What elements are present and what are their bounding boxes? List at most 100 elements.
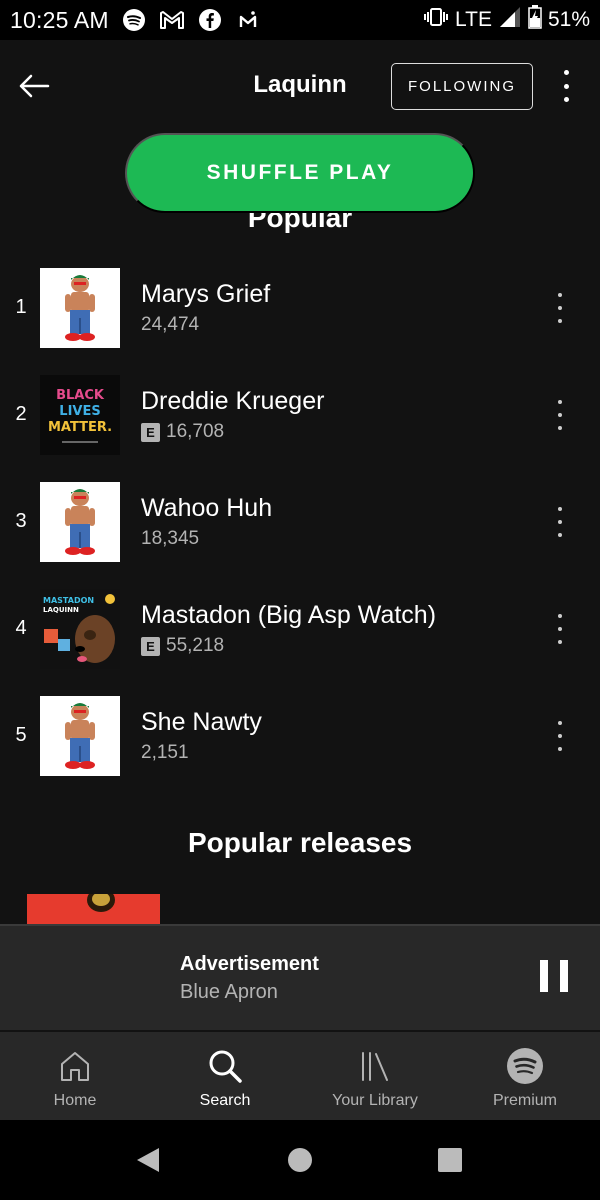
battery-icon [528, 5, 542, 35]
back-button[interactable] [14, 66, 54, 106]
dot [558, 533, 562, 537]
artwork-text: MATTER. [48, 420, 112, 435]
dot [558, 734, 562, 738]
play-count: 55,218 [166, 635, 225, 656]
now-playing-title: Advertisement [180, 953, 319, 975]
track-meta: E 16,708 [141, 421, 224, 443]
shuffle-play-button[interactable]: SHUFFLE PLAY [125, 133, 475, 213]
dot [558, 426, 562, 430]
signal-icon [498, 5, 522, 35]
artwork-text: LIVES [59, 404, 100, 419]
dot [558, 507, 562, 511]
more-options-button[interactable] [552, 68, 580, 104]
search-icon [205, 1046, 245, 1086]
dot [558, 640, 562, 644]
battery-percent: 51% [547, 8, 590, 31]
dot [558, 627, 562, 631]
back-triangle-icon [137, 1148, 159, 1172]
release-artwork[interactable] [27, 894, 160, 924]
dot [558, 520, 562, 524]
track-title: Wahoo Huh [141, 494, 273, 522]
dot [558, 400, 562, 404]
nav-home[interactable]: Home [0, 1032, 150, 1120]
track-number: 2 [15, 403, 27, 425]
track-more-button[interactable] [548, 721, 572, 751]
track-row[interactable]: 5 She Nawty 2,151 [0, 696, 600, 803]
track-more-button[interactable] [548, 614, 572, 644]
following-button[interactable]: FOLLOWING [391, 63, 533, 110]
system-back-button[interactable] [134, 1146, 162, 1174]
dot [563, 83, 569, 89]
library-icon [355, 1046, 395, 1086]
track-row[interactable]: 4 MASTADON LAQUINN Mastadon (Big Asp Wat… [0, 589, 600, 696]
track-list: 1 Marys Grief 24,474 2 BLACK LIVES MATTE [0, 268, 600, 803]
gmail-icon [159, 7, 185, 33]
nav-search[interactable]: Search [150, 1032, 300, 1120]
track-artwork: BLACK LIVES MATTER. [40, 375, 120, 455]
status-time: 10:25 AM [10, 6, 109, 33]
track-artwork: MASTADON LAQUINN [40, 589, 120, 669]
track-row[interactable]: 3 Wahoo Huh 18,345 [0, 482, 600, 589]
track-meta: 24,474 [141, 314, 199, 336]
track-meta: 18,345 [141, 528, 199, 550]
back-arrow-icon [19, 74, 50, 98]
artwork-text: LAQUINN [43, 606, 79, 614]
artwork-text: MASTADON [43, 596, 94, 605]
dot [563, 70, 569, 75]
now-playing-bar[interactable]: Advertisement Blue Apron [0, 924, 600, 1030]
track-more-button[interactable] [548, 400, 572, 430]
facebook-icon [197, 7, 223, 33]
dot [558, 413, 562, 417]
track-title: Marys Grief [141, 280, 271, 308]
track-row[interactable]: 1 Marys Grief 24,474 [0, 268, 600, 375]
artist-page: Laquinn FOLLOWING SHUFFLE PLAY Popular 1… [0, 40, 600, 1120]
track-meta: E 55,218 [141, 635, 224, 657]
nav-label: Search [199, 1092, 251, 1109]
system-recents-button[interactable] [436, 1146, 464, 1174]
explicit-badge: E [141, 636, 160, 656]
network-type: LTE [455, 8, 492, 31]
spotify-icon [121, 7, 147, 33]
track-artwork [40, 696, 120, 776]
play-count: 16,708 [166, 421, 225, 442]
track-more-button[interactable] [548, 507, 572, 537]
track-number: 3 [15, 510, 27, 532]
track-more-button[interactable] [548, 293, 572, 323]
dot [563, 97, 569, 102]
dot [558, 306, 562, 310]
track-number: 1 [15, 296, 27, 318]
pause-icon [540, 960, 548, 992]
vibrate-icon [423, 6, 449, 34]
track-number: 5 [15, 724, 27, 746]
dot [558, 721, 562, 725]
play-count: 18,345 [141, 528, 200, 549]
play-count: 2,151 [141, 742, 189, 763]
track-artwork [40, 268, 120, 348]
nav-label: Your Library [332, 1092, 418, 1109]
system-home-button[interactable] [286, 1146, 314, 1174]
spotify-icon [505, 1046, 545, 1086]
m-app-icon [235, 7, 261, 33]
home-circle-icon [288, 1148, 312, 1172]
track-row[interactable]: 2 BLACK LIVES MATTER. Dreddie Krueger E … [0, 375, 600, 482]
home-icon [55, 1046, 95, 1086]
bottom-navigation: Home Search Your Library Premium [0, 1032, 600, 1120]
top-bar: Laquinn FOLLOWING [0, 40, 600, 132]
explicit-badge: E [141, 422, 160, 442]
track-artwork [40, 482, 120, 562]
popular-releases-heading: Popular releases [187, 827, 413, 858]
dot [558, 747, 562, 751]
now-playing-subtitle: Blue Apron [180, 981, 278, 1003]
pause-icon [560, 960, 568, 992]
track-title: Dreddie Krueger [141, 387, 325, 415]
nav-library[interactable]: Your Library [300, 1032, 450, 1120]
dot [558, 293, 562, 297]
track-meta: 2,151 [141, 742, 189, 764]
track-title: Mastadon (Big Asp Watch) [141, 601, 437, 629]
nav-label: Premium [492, 1092, 557, 1109]
pause-button[interactable] [540, 960, 568, 992]
artwork-text: BLACK [56, 388, 105, 403]
nav-premium[interactable]: Premium [450, 1032, 600, 1120]
play-count: 24,474 [141, 314, 200, 335]
track-title: She Nawty [141, 708, 262, 736]
